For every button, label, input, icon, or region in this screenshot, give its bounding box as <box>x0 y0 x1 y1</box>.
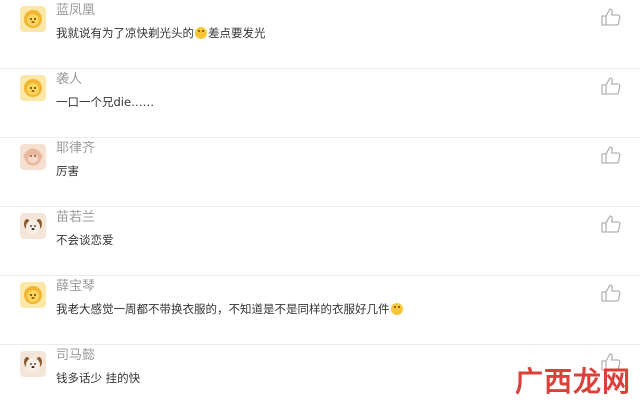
comment-item: 苗若兰 不会谈恋爱 <box>0 207 640 276</box>
comment-item: 薛宝琴 我老大感觉一周都不带换衣服的，不知道是不是同样的衣服好几件 <box>0 276 640 345</box>
dog-avatar[interactable] <box>20 351 46 377</box>
comment-item: 蓝凤凰 我就说有为了凉快剃光头的 差点要发光 <box>0 0 640 69</box>
comment-list: 蓝凤凰 我就说有为了凉快剃光头的 差点要发光 袭人 一口一个兄die…… 耶律齐 … <box>0 0 640 414</box>
comment-text: 我老大感觉一周都不带换衣服的，不知道是不是同样的衣服好几件 <box>56 300 404 318</box>
comment-text: 一口一个兄die…… <box>56 95 155 109</box>
lion-avatar[interactable] <box>20 6 46 32</box>
comment-text: 不会谈恋爱 <box>56 233 114 247</box>
thumbs-up-icon[interactable] <box>599 5 623 29</box>
username[interactable]: 薛宝琴 <box>56 278 95 296</box>
thumbs-up-icon[interactable] <box>599 74 623 98</box>
comment-text: 我就说有为了凉快剃光头的 差点要发光 <box>56 26 266 40</box>
comment-text: 厉害 <box>56 164 79 178</box>
username[interactable]: 袭人 <box>56 71 82 89</box>
thumbs-up-icon[interactable] <box>599 281 623 305</box>
monkey-avatar[interactable] <box>20 144 46 170</box>
username[interactable]: 耶律齐 <box>56 140 95 158</box>
comment-item: 袭人 一口一个兄die…… <box>0 69 640 138</box>
comment-text: 钱多话少 挂的快 <box>56 371 141 385</box>
username[interactable]: 苗若兰 <box>56 209 95 227</box>
lion-avatar[interactable] <box>20 282 46 308</box>
watermark-logo: 广西龙网 <box>515 365 632 398</box>
laughing-emoji <box>390 303 403 315</box>
comment-item: 耶律齐 厉害 <box>0 138 640 207</box>
username[interactable]: 司马懿 <box>56 347 95 365</box>
username[interactable]: 蓝凤凰 <box>56 2 95 20</box>
dog-avatar[interactable] <box>20 213 46 239</box>
lion-avatar[interactable] <box>20 75 46 101</box>
cool-face-emoji <box>195 27 207 39</box>
thumbs-up-icon[interactable] <box>599 143 623 167</box>
thumbs-up-icon[interactable] <box>599 212 623 236</box>
